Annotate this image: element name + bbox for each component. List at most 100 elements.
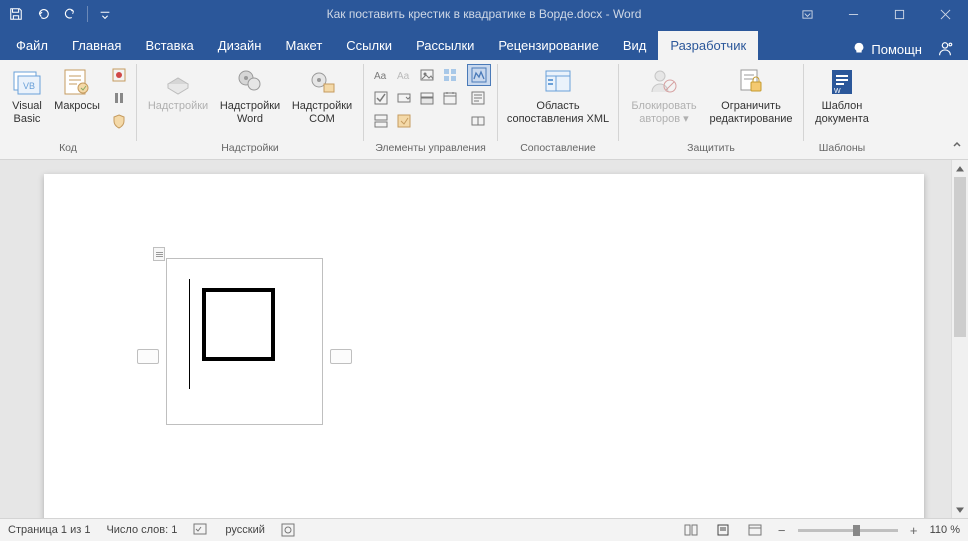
scroll-down-button[interactable] xyxy=(952,501,968,518)
repeating-section-control-button[interactable] xyxy=(370,110,392,132)
scroll-up-button[interactable] xyxy=(952,160,968,177)
content-control-tag-right[interactable] xyxy=(330,349,352,364)
page[interactable] xyxy=(44,174,924,518)
window-controls xyxy=(784,0,968,28)
rich-text-control-button[interactable]: Aa xyxy=(370,64,392,86)
tab-review[interactable]: Рецензирование xyxy=(486,31,610,60)
spellcheck-button[interactable] xyxy=(193,523,209,537)
macro-security-button[interactable] xyxy=(108,110,130,132)
design-mode-button[interactable] xyxy=(467,64,491,86)
content-control-frame[interactable] xyxy=(166,258,323,425)
ribbon-group-addins: Надстройки Надстройки Word Надстройки CO… xyxy=(137,60,363,159)
macro-recording-button[interactable] xyxy=(281,523,295,537)
ribbon-group-controls: Aa Aa xyxy=(364,60,497,159)
group-button[interactable] xyxy=(467,110,489,132)
macros-button[interactable]: Макросы xyxy=(50,64,104,115)
zoom-level-text: 110 % xyxy=(930,524,960,536)
com-addins-button[interactable]: Надстройки COM xyxy=(287,64,357,127)
window-title: Как поставить крестик в квадратике в Вор… xyxy=(327,7,642,21)
page-scroll-area[interactable] xyxy=(0,160,951,518)
web-layout-button[interactable] xyxy=(744,521,766,539)
legacy-tools-button[interactable] xyxy=(393,110,415,132)
zoom-slider[interactable] xyxy=(798,529,898,532)
undo-button[interactable] xyxy=(31,3,55,25)
quick-access-toolbar xyxy=(0,3,121,25)
maximize-button[interactable] xyxy=(876,0,922,28)
language-text: русский xyxy=(225,524,264,536)
svg-text:Aa: Aa xyxy=(374,71,387,82)
ribbon-group-mapping: Область сопоставления XML Сопоставление xyxy=(498,60,618,159)
language-button[interactable]: русский xyxy=(225,524,264,536)
ribbon-options-button[interactable] xyxy=(784,0,830,28)
document-template-button[interactable]: W Шаблон документа xyxy=(810,64,874,127)
word-count[interactable]: Число слов: 1 xyxy=(106,524,177,536)
tab-insert[interactable]: Вставка xyxy=(133,31,205,60)
restrict-editing-icon xyxy=(735,66,767,98)
minimize-button[interactable] xyxy=(830,0,876,28)
vertical-scrollbar[interactable] xyxy=(951,160,968,518)
word-count-text: Число слов: 1 xyxy=(106,524,177,536)
tab-design[interactable]: Дизайн xyxy=(206,31,274,60)
bulb-icon xyxy=(852,42,866,56)
properties-button[interactable] xyxy=(467,87,489,109)
tab-layout[interactable]: Макет xyxy=(273,31,334,60)
tab-home[interactable]: Главная xyxy=(60,31,133,60)
addins-button[interactable]: Надстройки xyxy=(143,64,213,115)
zoom-in-button[interactable]: + xyxy=(908,524,920,536)
text-caret xyxy=(189,279,190,389)
xml-mapping-button[interactable]: Область сопоставления XML xyxy=(504,64,612,127)
group-label-templates: Шаблоны xyxy=(819,140,865,157)
share-button[interactable] xyxy=(934,38,956,60)
redo-button[interactable] xyxy=(58,3,82,25)
qat-customize-button[interactable] xyxy=(93,3,117,25)
macro-recording-icon xyxy=(281,523,295,537)
record-macro-button[interactable] xyxy=(108,64,130,86)
checkbox-control-button[interactable] xyxy=(370,87,392,109)
combo-box-control-button[interactable] xyxy=(393,87,415,109)
word-addins-label: Надстройки Word xyxy=(220,100,280,125)
zoom-out-button[interactable]: − xyxy=(776,524,788,536)
content-control-tag-left[interactable] xyxy=(137,349,159,364)
date-picker-control-button[interactable] xyxy=(439,87,461,109)
page-status[interactable]: Страница 1 из 1 xyxy=(8,524,90,536)
tab-file[interactable]: Файл xyxy=(4,31,60,60)
status-bar: Страница 1 из 1 Число слов: 1 русский − … xyxy=(0,518,968,541)
word-addins-button[interactable]: Надстройки Word xyxy=(215,64,285,127)
com-addins-label: Надстройки COM xyxy=(292,100,352,125)
zoom-level[interactable]: 110 % xyxy=(930,524,960,536)
macros-label: Макросы xyxy=(54,100,100,113)
group-label-mapping: Сопоставление xyxy=(520,140,596,157)
picture-control-button[interactable] xyxy=(416,64,438,86)
tab-developer[interactable]: Разработчик xyxy=(658,31,758,60)
svg-text:VB: VB xyxy=(23,81,35,91)
help-button[interactable]: Помощн xyxy=(852,42,922,57)
visual-basic-button[interactable]: VB Visual Basic xyxy=(6,64,48,127)
building-block-control-button[interactable] xyxy=(439,64,461,86)
svg-text:Aa: Aa xyxy=(397,71,410,82)
tab-references[interactable]: Ссылки xyxy=(334,31,404,60)
collapse-ribbon-button[interactable] xyxy=(952,137,962,155)
dropdown-control-button[interactable] xyxy=(416,87,438,109)
ribbon-group-protect: Блокировать авторов ▾ Ограничить редакти… xyxy=(619,60,803,159)
block-authors-button[interactable]: Блокировать авторов ▾ xyxy=(625,64,703,127)
checkbox-shape[interactable] xyxy=(202,288,275,361)
content-control-handle[interactable] xyxy=(153,247,165,261)
zoom-thumb[interactable] xyxy=(853,525,860,536)
page-status-text: Страница 1 из 1 xyxy=(8,524,90,536)
tab-view[interactable]: Вид xyxy=(611,31,659,60)
document-template-label: Шаблон документа xyxy=(815,100,869,125)
tab-mailings[interactable]: Рассылки xyxy=(404,31,486,60)
scroll-track[interactable] xyxy=(952,177,968,501)
save-button[interactable] xyxy=(4,3,28,25)
read-mode-button[interactable] xyxy=(680,521,702,539)
print-layout-button[interactable] xyxy=(712,521,734,539)
plain-text-control-button[interactable]: Aa xyxy=(393,64,415,86)
restrict-editing-button[interactable]: Ограничить редактирование xyxy=(705,64,797,127)
scroll-thumb[interactable] xyxy=(954,177,966,337)
ribbon: VB Visual Basic Макросы Код Надстройки xyxy=(0,60,968,160)
word-addins-icon xyxy=(234,66,266,98)
visual-basic-icon: VB xyxy=(11,66,43,98)
pause-macro-button[interactable] xyxy=(108,87,130,109)
close-button[interactable] xyxy=(922,0,968,28)
block-authors-icon xyxy=(648,66,680,98)
